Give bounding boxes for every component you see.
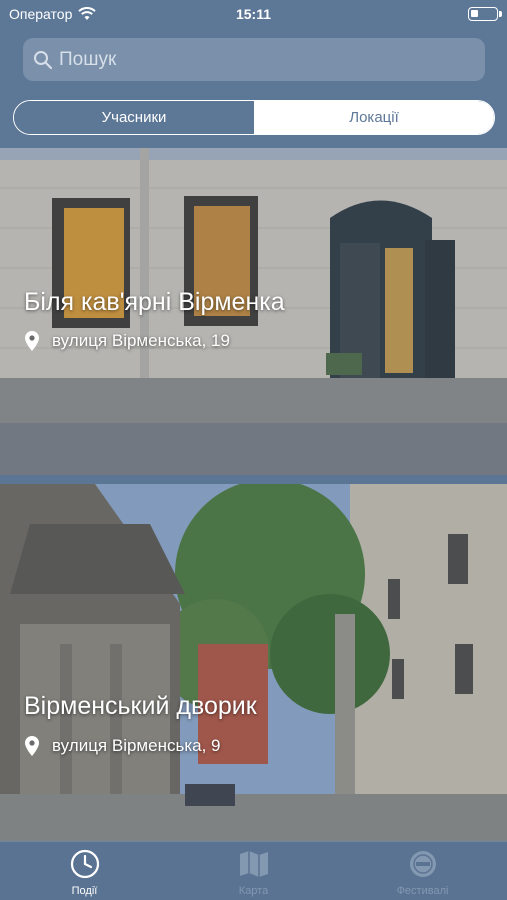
festival-icon: [409, 851, 436, 877]
location-address-row: вулиця Вірменська, 19: [24, 331, 230, 351]
search-icon: [34, 50, 53, 69]
tab-festivals[interactable]: Фестивалі: [338, 842, 507, 900]
location-card[interactable]: Вірменський дворик вулиця Вірменська, 9: [0, 484, 507, 841]
battery-fill: [471, 10, 478, 17]
location-address: вулиця Вірменська, 9: [52, 736, 221, 755]
location-card[interactable]: Біля кав'ярні Вірменка вулиця Вірменська…: [0, 148, 507, 475]
clock-icon: [70, 849, 99, 879]
segmented-control: Учасники Локації: [13, 100, 495, 135]
tab-label: Події: [71, 885, 98, 897]
map-pin-icon: [25, 331, 39, 351]
tab-bar: Події Карта Фестивалі: [0, 841, 507, 900]
battery-icon: [468, 7, 502, 21]
segment-participants[interactable]: Учасники: [14, 101, 254, 134]
tab-events[interactable]: Події: [0, 842, 169, 900]
search-input[interactable]: [59, 48, 459, 71]
status-time: 15:11: [235, 6, 272, 22]
location-title: Біля кав'ярні Вірменка: [24, 288, 285, 316]
map-pin-icon: [25, 736, 39, 756]
tab-label: Фестивалі: [396, 885, 449, 897]
status-bar: Оператор 15:11: [0, 0, 507, 30]
tab-map[interactable]: Карта: [169, 842, 338, 900]
location-address-row: вулиця Вірменська, 9: [24, 736, 221, 756]
tab-label: Карта: [238, 885, 269, 897]
segment-locations[interactable]: Локації: [254, 101, 494, 134]
header: Оператор 15:11 Учасники Локації: [0, 0, 507, 148]
search-bar[interactable]: [23, 38, 485, 81]
location-address: вулиця Вірменська, 19: [52, 331, 230, 350]
location-title: Вірменський дворик: [24, 692, 257, 720]
map-icon: [239, 851, 268, 877]
card-overlay: [0, 484, 507, 841]
